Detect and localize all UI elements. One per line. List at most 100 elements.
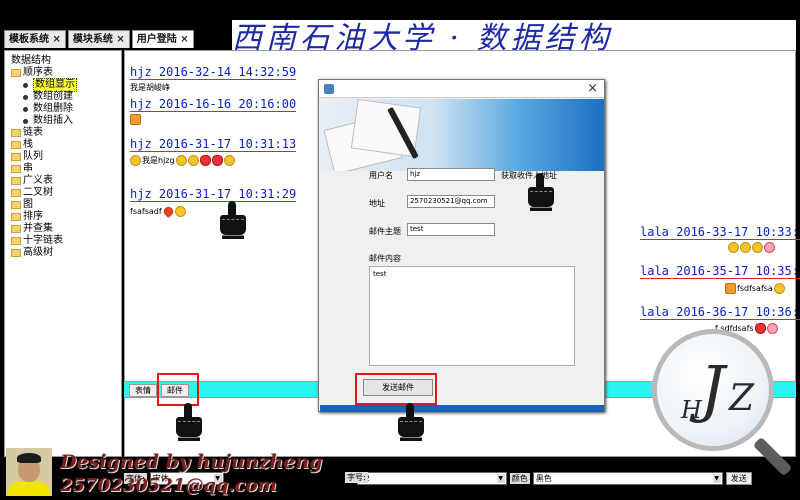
message-text: 我是胡峻峥 <box>130 83 170 92</box>
tree-item-stack[interactable]: 栈 <box>5 139 121 151</box>
leaf-icon <box>23 118 28 124</box>
banner-title: 西南石油大学 · 数据结构 <box>232 20 796 50</box>
tree-root[interactable]: 数据结构 <box>5 55 121 67</box>
message-header: hjz 2016-16-16 20:16:00 <box>130 97 297 112</box>
pointing-hand-icon <box>398 403 424 443</box>
leaf-icon <box>23 94 28 100</box>
emoji-icon <box>130 155 141 166</box>
subject-field[interactable]: test <box>407 223 495 236</box>
hand-cuff <box>222 235 244 239</box>
tree-item-array-delete[interactable]: 数组删除 <box>5 103 121 115</box>
emoji-icon <box>175 155 187 166</box>
emoji-icon <box>130 114 141 125</box>
address-field[interactable]: 2570230521@qq.com <box>407 195 495 208</box>
tree-item-linked-list[interactable]: 链表 <box>5 127 121 139</box>
subject-label: 邮件主题 <box>369 227 401 236</box>
content-textarea[interactable]: test <box>369 266 575 366</box>
tree-item-generalized-list[interactable]: 广义表 <box>5 175 121 187</box>
logo-letter-h: H <box>681 396 702 424</box>
hand-palm <box>398 417 424 437</box>
logo-letter-z: Z <box>729 378 755 419</box>
emoji-icon <box>199 155 211 166</box>
tree-root-label: 数据结构 <box>11 55 51 66</box>
color-select-value: 黑色 <box>535 473 552 483</box>
close-icon[interactable]: × <box>587 81 598 96</box>
tab-template-system[interactable]: 模板系统 × <box>4 30 66 48</box>
folder-icon <box>11 213 21 221</box>
emoji-button[interactable]: 表情 <box>129 384 157 397</box>
tab-module-system[interactable]: 模块系统 × <box>67 30 130 48</box>
color-label: 颜色 <box>509 472 530 484</box>
folder-icon <box>11 141 21 149</box>
send-mail-highlight <box>355 373 437 405</box>
emoji-icon <box>764 242 775 253</box>
username-field[interactable]: hjz <box>407 168 495 181</box>
folder-icon <box>11 129 21 137</box>
tree-item-label: 十字链表 <box>23 235 63 246</box>
emoji-icon <box>728 242 739 253</box>
tree-item-label: 队列 <box>23 151 43 162</box>
dialog-titlebar: × <box>319 80 604 98</box>
tree-item-label: 数组显示 <box>33 78 77 92</box>
tree-item-array-create[interactable]: 数组创建 <box>5 91 121 103</box>
avatar-shirt <box>8 482 50 496</box>
credit-designer: Designed by hujunzheng <box>60 451 323 473</box>
tree-item-label: 串 <box>23 163 33 174</box>
emoji-icon <box>754 323 766 334</box>
tree-item-queue[interactable]: 队列 <box>5 151 121 163</box>
message-text: fsdfsafsa <box>737 284 773 293</box>
tree-item-array-display[interactable]: 数组显示 <box>5 78 121 92</box>
java-app-icon <box>324 84 334 94</box>
message-header: lala 2016-35-17 10:35:44 <box>640 264 800 279</box>
folder-icon <box>11 153 21 161</box>
folder-icon <box>11 237 21 245</box>
tree-item-label: 链表 <box>23 127 43 138</box>
dialog-footer-bar <box>320 405 604 412</box>
hand-knuckles <box>530 191 552 193</box>
tree-item-label: 图 <box>23 199 33 210</box>
size-select[interactable]: 12 ▼ <box>356 471 507 485</box>
emoji-icon <box>211 155 223 166</box>
hand-knuckles <box>400 421 422 423</box>
tree-item-label: 广义表 <box>23 175 53 186</box>
folder-icon <box>11 201 21 209</box>
tree-item-sort[interactable]: 排序 <box>5 211 121 223</box>
color-select[interactable]: 黑色 ▼ <box>532 471 723 485</box>
message-body <box>130 114 141 125</box>
emoji-icon <box>766 323 778 334</box>
credit-email: 2570230521@qq.com <box>60 475 277 496</box>
tree-item-label: 二叉树 <box>23 187 53 198</box>
tree-item-orthogonal-list[interactable]: 十字链表 <box>5 235 121 247</box>
tree-item-graph[interactable]: 图 <box>5 199 121 211</box>
tree-item-union-find[interactable]: 并查集 <box>5 223 121 235</box>
tab-user-login[interactable]: 用户登陆 × <box>131 30 194 48</box>
chevron-down-icon: ▼ <box>496 473 505 483</box>
tree-item-label: 数组插入 <box>33 115 73 126</box>
author-avatar <box>6 448 52 496</box>
avatar-hair <box>17 453 41 463</box>
message-body: 我是胡峻峥 <box>130 82 170 93</box>
folder-icon <box>11 225 21 233</box>
folder-icon <box>11 189 21 197</box>
logo-letter-j: J <box>700 352 725 425</box>
address-label: 地址 <box>369 199 385 208</box>
tree-item-string[interactable]: 串 <box>5 163 121 175</box>
send-button[interactable]: 发送 <box>725 471 752 485</box>
message-header: hjz 2016-32-14 14:32:59 <box>130 65 297 80</box>
hand-cuff <box>530 207 552 211</box>
tree-item-array-insert[interactable]: 数组插入 <box>5 115 121 127</box>
emoji-icon <box>174 206 186 217</box>
pointing-hand-icon <box>176 403 202 443</box>
tree-item-binary-tree[interactable]: 二叉树 <box>5 187 121 199</box>
pointing-hand-icon <box>220 201 246 241</box>
tree-item-label: 排序 <box>23 211 43 222</box>
emoji-icon <box>725 283 736 294</box>
message-body <box>727 242 775 253</box>
message-body: 我是hjzg <box>130 155 235 166</box>
tree-item-label: 并查集 <box>23 223 53 234</box>
leaf-icon <box>23 106 28 112</box>
tree-item-advanced-tree[interactable]: 高级树 <box>5 247 121 259</box>
emoji-icon <box>752 242 763 253</box>
message-body: fsdfsafsa <box>725 283 785 294</box>
message-header: lala 2016-36-17 10:36:00 <box>640 305 800 320</box>
